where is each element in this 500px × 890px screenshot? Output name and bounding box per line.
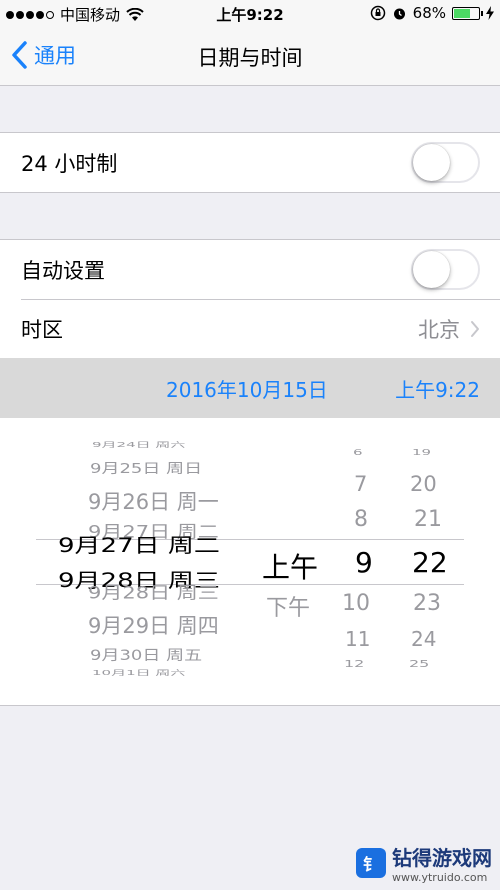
current-time: 上午9:22 — [395, 378, 480, 402]
row-24-hour-label: 24 小时制 — [21, 151, 118, 176]
picker-date-item[interactable]: 9月24日 周六 — [92, 440, 185, 449]
timezone-value-group: 北京 — [418, 299, 480, 358]
settings-group-format: 24 小时制 — [0, 132, 500, 193]
picker-hour-item[interactable]: 8 — [354, 507, 368, 532]
picker-minute-item[interactable]: 21 — [414, 507, 442, 532]
row-24-hour: 24 小时制 — [0, 133, 500, 192]
status-bar: 中国移动 上午9:22 68% — [0, 0, 500, 28]
picker-hour-selected[interactable]: 9 — [355, 546, 373, 579]
picker-minute-item[interactable]: 20 — [410, 472, 437, 496]
watermark-text: 钻得游戏网 www.ytruido.com — [392, 842, 492, 884]
picker-date-item[interactable]: 9月30日 周五 — [90, 644, 202, 665]
watermark-title: 钻得游戏网 — [392, 846, 492, 870]
picker-date-item[interactable]: 9月25日 周日 — [90, 458, 202, 478]
watermark-logo: 钅 — [356, 848, 386, 878]
picker-minute-item[interactable]: 19 — [412, 448, 431, 457]
date-time-picker[interactable]: 9月24日 周六 9月25日 周日 9月26日 周一 9月27日 周二 9月27… — [0, 418, 500, 706]
picker-minute-item[interactable]: 25 — [409, 658, 429, 669]
settings-group-auto: 自动设置 时区 北京 — [0, 239, 500, 359]
picker-date-item[interactable]: 9月26日 周一 — [88, 486, 219, 516]
row-set-automatically: 自动设置 — [0, 240, 500, 299]
picker-hour-item[interactable]: 12 — [344, 658, 364, 669]
picker-ampm-selected[interactable]: 上午 — [262, 546, 318, 586]
picker-hour-item[interactable]: 7 — [354, 472, 367, 496]
watermark-url: www.ytruido.com — [392, 871, 488, 884]
picker-minute-selected[interactable]: 22 — [412, 546, 448, 579]
picker-date-item[interactable]: 9月28日 周三 — [88, 580, 219, 604]
watermark-logo-glyph: 钅 — [362, 855, 379, 874]
page-title: 日期与时间 — [197, 46, 303, 70]
timezone-value: 北京 — [418, 317, 460, 342]
picker-minute-item[interactable]: 24 — [411, 627, 436, 651]
row-timezone[interactable]: 时区 北京 — [0, 299, 500, 358]
battery-icon — [452, 6, 483, 20]
toggle-knob — [413, 251, 450, 288]
picker-hour-item[interactable]: 10 — [342, 591, 370, 616]
navigation-bar: 通用 日期与时间 — [0, 28, 500, 86]
picker-date-item[interactable]: 9月29日 周四 — [88, 610, 219, 640]
picker-ampm-item[interactable]: 下午 — [266, 590, 310, 622]
toggle-set-automatically[interactable] — [411, 249, 480, 290]
toggle-24-hour[interactable] — [411, 142, 480, 183]
picker-minute-item[interactable]: 23 — [413, 591, 441, 616]
picker-hour-item[interactable]: 6 — [353, 448, 363, 457]
datetime-display[interactable]: 2016年10月15日 上午9:22 — [0, 358, 500, 418]
status-right: 68% — [370, 4, 494, 22]
row-set-automatically-label: 自动设置 — [21, 258, 105, 283]
toggle-knob — [413, 144, 450, 181]
picker-date-item[interactable]: 10月1日 周六 — [92, 668, 185, 677]
orientation-lock-icon — [370, 5, 385, 21]
picker-date-selected-upper[interactable]: 9月27日 周二 — [58, 530, 220, 558]
chevron-right-icon — [471, 320, 479, 337]
alarm-icon — [393, 8, 405, 19]
current-date: 2016年10月15日 — [166, 378, 328, 402]
charging-icon — [486, 6, 494, 20]
watermark: 钅 钻得游戏网 www.ytruido.com — [356, 842, 492, 884]
row-timezone-label: 时区 — [21, 317, 63, 342]
battery-fill — [454, 8, 471, 18]
battery-percent: 68% — [412, 4, 446, 22]
picker-hour-item[interactable]: 11 — [345, 627, 370, 651]
